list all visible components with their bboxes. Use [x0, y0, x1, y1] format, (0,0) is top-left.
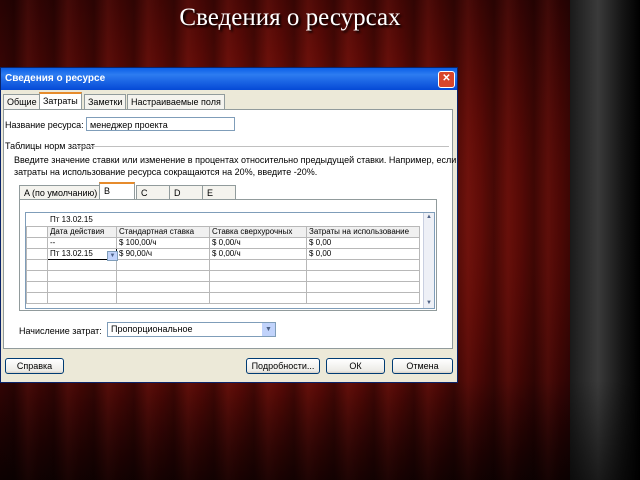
resource-name-label: Название ресурса:	[5, 120, 84, 130]
empty-cell[interactable]	[306, 281, 420, 293]
tab-rate-c[interactable]: C	[136, 185, 170, 200]
accrual-select[interactable]: Пропорциональное ▼	[107, 322, 276, 337]
empty-cell[interactable]	[47, 281, 117, 293]
cell-per-use-cost[interactable]: $ 0,00	[306, 237, 420, 249]
date-dropdown-arrow-icon[interactable]: ▼	[107, 251, 118, 261]
table-row	[26, 270, 420, 282]
cell-overtime-rate[interactable]: $ 0,00/ч	[209, 237, 307, 249]
table-row: -- $ 100,00/ч $ 0,00/ч $ 0,00	[26, 237, 420, 249]
section-divider	[74, 146, 449, 147]
table-header-row: Дата действия Стандартная ставка Ставка …	[26, 226, 420, 238]
close-icon[interactable]: ✕	[438, 71, 455, 88]
cell-effective-date[interactable]: --	[47, 237, 117, 249]
empty-cell[interactable]	[306, 270, 420, 282]
empty-cell[interactable]	[116, 259, 210, 271]
empty-cell[interactable]	[209, 259, 307, 271]
instructions-line-2: затраты на использование ресурса сокраща…	[14, 167, 318, 177]
rates-grid: Пт 13.02.15 Дата действия Стандартная ст…	[25, 212, 435, 309]
rates-table: Дата действия Стандартная ставка Ставка …	[26, 226, 420, 304]
help-button[interactable]: Справка	[5, 358, 64, 374]
row-header-cell	[26, 259, 48, 271]
empty-cell[interactable]	[47, 270, 117, 282]
tab-general[interactable]: Общие	[3, 94, 41, 109]
details-button[interactable]: Подробности...	[246, 358, 320, 374]
grid-scrollbar[interactable]: ▲ ▼	[423, 213, 434, 308]
slide-title: Сведения о ресурсах	[179, 4, 401, 31]
empty-cell[interactable]	[47, 259, 117, 271]
tab-rate-e[interactable]: E	[202, 185, 236, 200]
row-header-cell	[26, 248, 48, 260]
dialog-titlebar: Сведения о ресурсе ✕	[1, 68, 457, 90]
resource-name-field[interactable]: менеджер проекта	[86, 117, 235, 131]
col-header-overtime-rate: Ставка сверхурочных	[209, 226, 307, 238]
table-row: Пт 13.02.15 $ 90,00/ч $ 0,00/ч $ 0,00	[26, 248, 420, 260]
empty-cell[interactable]	[306, 292, 420, 304]
stage-shadow	[0, 380, 640, 480]
tab-rate-a[interactable]: A (по умолчанию)	[19, 185, 103, 200]
empty-cell[interactable]	[116, 292, 210, 304]
row-header-cell	[26, 292, 48, 304]
empty-cell[interactable]	[116, 281, 210, 293]
col-header-effective-date: Дата действия	[47, 226, 117, 238]
row-header-cell	[26, 226, 48, 238]
accrual-value: Пропорциональное	[111, 324, 193, 334]
empty-cell[interactable]	[209, 270, 307, 282]
row-header-cell	[26, 237, 48, 249]
empty-cell[interactable]	[209, 281, 307, 293]
cancel-button[interactable]: Отмена	[392, 358, 453, 374]
cell-per-use-cost[interactable]: $ 0,00	[306, 248, 420, 260]
empty-cell[interactable]	[306, 259, 420, 271]
table-row	[26, 292, 420, 304]
table-row	[26, 281, 420, 293]
grid-edit-bar[interactable]: Пт 13.02.15	[48, 214, 420, 225]
dialog-title: Сведения о ресурсе	[5, 73, 106, 84]
cell-effective-date-value: Пт 13.02.15	[50, 249, 93, 258]
row-header-cell	[26, 281, 48, 293]
col-header-per-use-cost: Затраты на использование	[306, 226, 420, 238]
scroll-down-icon[interactable]: ▼	[425, 299, 433, 308]
cell-overtime-rate[interactable]: $ 0,00/ч	[209, 248, 307, 260]
col-header-standard-rate: Стандартная ставка	[116, 226, 210, 238]
table-row	[26, 259, 420, 271]
tab-custom-fields[interactable]: Настраиваемые поля	[127, 94, 225, 109]
scroll-up-icon[interactable]: ▲	[425, 213, 433, 222]
resource-info-dialog: Сведения о ресурсе ✕ Общие Затраты Замет…	[0, 67, 458, 383]
tab-rate-d[interactable]: D	[169, 185, 203, 200]
empty-cell[interactable]	[209, 292, 307, 304]
ok-button[interactable]: ОК	[326, 358, 385, 374]
accrual-label: Начисление затрат:	[19, 326, 102, 336]
row-header-cell	[26, 270, 48, 282]
cell-standard-rate[interactable]: $ 100,00/ч	[116, 237, 210, 249]
cell-standard-rate[interactable]: $ 90,00/ч	[116, 248, 210, 260]
rate-table-panel: Пт 13.02.15 Дата действия Стандартная ст…	[19, 199, 437, 311]
empty-cell[interactable]	[116, 270, 210, 282]
instructions-line-1: Введите значение ставки или изменение в …	[14, 155, 457, 165]
empty-cell[interactable]	[47, 292, 117, 304]
tab-notes[interactable]: Заметки	[84, 94, 127, 109]
chevron-down-icon[interactable]: ▼	[262, 323, 275, 336]
